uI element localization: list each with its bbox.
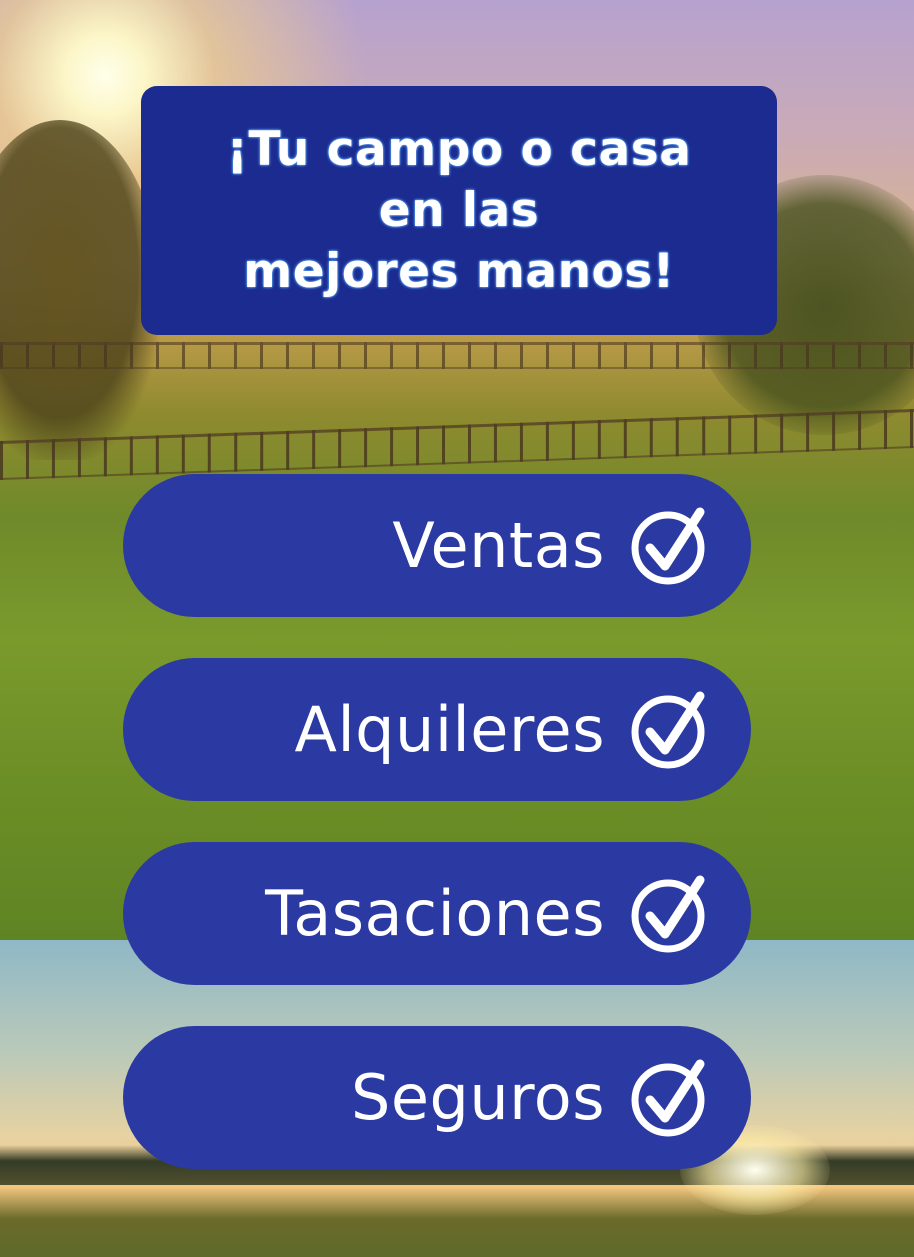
headline-line-1: ¡Tu campo o casa [226,122,692,177]
check-circle-icon [628,872,712,956]
headline-line-3: mejores manos! [243,244,675,299]
service-alquileres-button[interactable]: Alquileres [123,658,751,801]
background-fence-far [0,342,914,369]
service-label: Seguros [350,1061,605,1134]
service-ventas-button[interactable]: Ventas [123,474,751,617]
check-circle-icon [628,688,712,772]
service-label: Alquileres [294,693,605,766]
service-seguros-button[interactable]: Seguros [123,1026,751,1169]
headline-text: ¡Tu campo o casa en las mejores manos! [227,119,692,302]
headline-line-2: en las [378,183,540,238]
service-label: Ventas [392,509,605,582]
service-label: Tasaciones [265,877,605,950]
check-circle-icon [628,1056,712,1140]
headline-card: ¡Tu campo o casa en las mejores manos! [141,86,777,335]
service-tasaciones-button[interactable]: Tasaciones [123,842,751,985]
check-circle-icon [628,504,712,588]
